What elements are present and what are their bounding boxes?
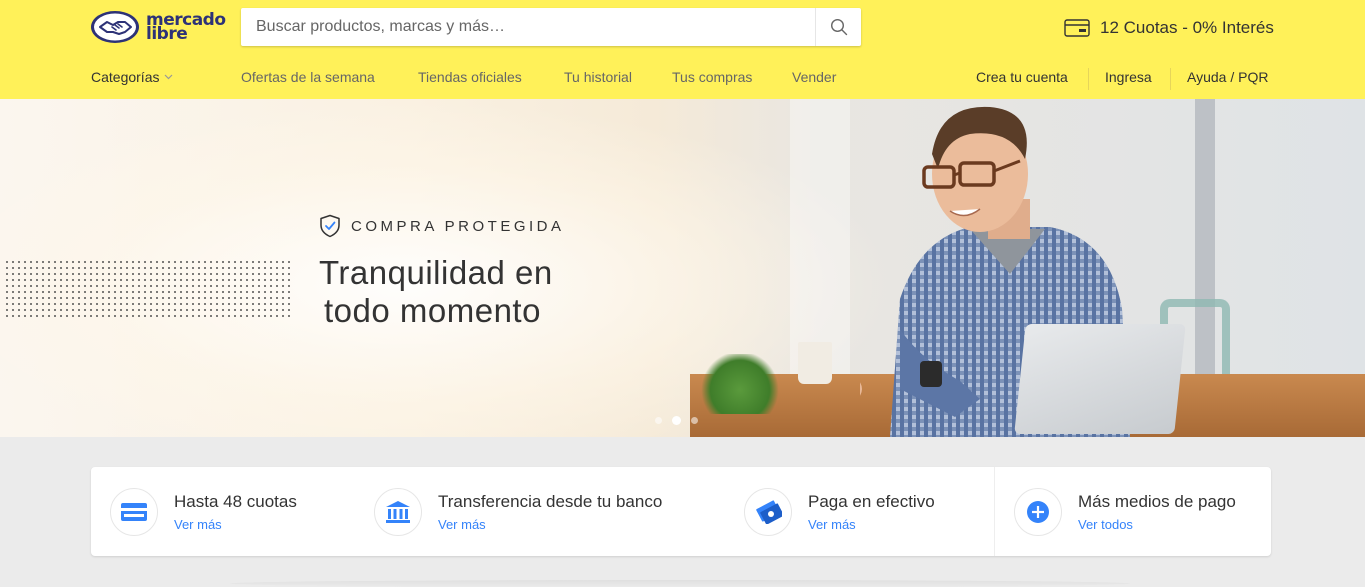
payment-title: Más medios de pago: [1078, 491, 1236, 511]
payment-title: Transferencia desde tu banco: [438, 491, 663, 511]
payment-cash[interactable]: Paga en efectivo Ver más: [744, 467, 935, 556]
nav-link-offers[interactable]: Ofertas de la semana: [241, 69, 375, 85]
payment-divider: [994, 467, 995, 556]
nav-link-purchases[interactable]: Tus compras: [672, 69, 752, 85]
decorative-dot-pattern: [4, 259, 294, 319]
payment-icon-circle: [110, 487, 158, 536]
create-account-link[interactable]: Crea tu cuenta: [976, 69, 1068, 85]
payment-more-methods[interactable]: Más medios de pago Ver todos: [1014, 467, 1236, 556]
promo-text: 12 Cuotas - 0% Interés: [1100, 18, 1274, 37]
mercadolibre-logo[interactable]: mercado libre: [90, 9, 230, 45]
payment-bank-transfer[interactable]: Transferencia desde tu banco Ver más: [374, 467, 662, 556]
search-button[interactable]: [815, 8, 861, 46]
nav-link-history[interactable]: Tu historial: [564, 69, 632, 85]
hero-laptop: [1014, 324, 1186, 434]
search-input[interactable]: [241, 8, 815, 46]
main-nav: Categorías Ofertas de la semana Tiendas …: [0, 66, 1365, 90]
shield-check-icon: [320, 214, 340, 238]
carousel-dot-active[interactable]: [672, 416, 681, 425]
see-more-link[interactable]: Ver más: [808, 517, 935, 532]
nav-link-sell[interactable]: Vender: [792, 69, 836, 85]
payment-title: Paga en efectivo: [808, 491, 935, 511]
see-more-link[interactable]: Ver más: [438, 517, 662, 532]
installments-promo[interactable]: 12 Cuotas - 0% Interés: [1064, 16, 1274, 40]
payment-icon-circle: [744, 487, 792, 536]
protected-purchase-badge: COMPRA PROTEGIDA: [319, 214, 565, 238]
see-all-link[interactable]: Ver todos: [1078, 517, 1236, 532]
payment-installments[interactable]: Hasta 48 cuotas Ver más: [110, 467, 297, 556]
help-link[interactable]: Ayuda / PQR: [1187, 69, 1268, 85]
search-icon: [830, 18, 847, 36]
payment-title: Hasta 48 cuotas: [174, 491, 297, 511]
search-bar: [241, 8, 861, 46]
handshake-icon: [90, 10, 140, 44]
credit-card-icon: [1064, 19, 1090, 37]
payment-methods-card: Hasta 48 cuotas Ver más Transferencia de…: [91, 467, 1271, 556]
login-link[interactable]: Ingresa: [1105, 69, 1152, 85]
logo-wordmark: mercado libre: [146, 12, 226, 43]
header: mercado libre 12 Cuotas - 0% Interés Cat…: [0, 0, 1365, 99]
carousel-dot[interactable]: [691, 417, 698, 424]
carousel-indicators: [655, 416, 698, 425]
categories-label: Categorías: [91, 69, 160, 85]
cash-icon: [756, 499, 782, 524]
payment-icon-circle: [1014, 487, 1062, 536]
plus-icon: [1027, 500, 1049, 523]
carousel-dot[interactable]: [655, 417, 662, 424]
bank-icon: [386, 500, 410, 523]
hero-text: COMPRA PROTEGIDA Tranquilidad en todo mo…: [319, 214, 565, 330]
nav-divider: [1088, 68, 1089, 90]
next-section-shadow: [230, 580, 1130, 587]
headline-line-1: Tranquilidad en: [319, 254, 553, 291]
see-more-link[interactable]: Ver más: [174, 517, 297, 532]
hero-banner[interactable]: COMPRA PROTEGIDA Tranquilidad en todo mo…: [0, 99, 1365, 437]
payment-icon-circle: [374, 487, 422, 536]
credit-card-icon: [121, 502, 147, 521]
badge-text: COMPRA PROTEGIDA: [351, 217, 565, 235]
hero-plant: [700, 354, 780, 414]
nav-link-official-stores[interactable]: Tiendas oficiales: [418, 69, 522, 85]
nav-divider: [1170, 68, 1171, 90]
headline-line-2: todo momento: [324, 292, 541, 329]
chevron-down-icon: [165, 74, 173, 80]
hero-coffee-cup: [798, 342, 832, 384]
categories-menu[interactable]: Categorías: [91, 69, 173, 85]
hero-headline: Tranquilidad en todo momento: [319, 254, 565, 330]
